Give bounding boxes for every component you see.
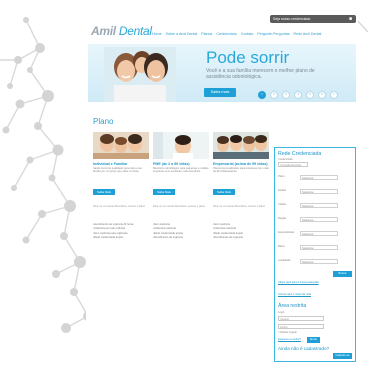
logo-brand: Amil bbox=[91, 24, 116, 38]
plan-benefits: Sem carência Cobertura nacional Rede cre… bbox=[153, 223, 211, 241]
hero-title: Pode sorrir bbox=[206, 48, 290, 67]
hero-page-dot[interactable]: 3 bbox=[282, 91, 290, 99]
nav-item-perguntas[interactable]: Pergunte-Perguntas bbox=[257, 32, 289, 38]
filter-select[interactable]: Selecione bbox=[300, 217, 338, 222]
cadastro-heading: Ainda não é cadastrado? bbox=[278, 346, 330, 351]
filter-select[interactable]: Selecione bbox=[300, 245, 338, 250]
main-page: Seja nosso credenciado ■ Amil Dental Hom… bbox=[86, 12, 358, 364]
hero-page-dot[interactable]: 1 bbox=[258, 91, 266, 99]
plans-list: Individual e Familiar Saúde bucal de qua… bbox=[93, 132, 273, 362]
usuario-input[interactable]: Usuário bbox=[278, 316, 324, 321]
filter-select[interactable]: Selecione bbox=[300, 189, 338, 194]
entrar-button[interactable]: Entrar bbox=[307, 337, 320, 343]
filter-label: Região bbox=[278, 217, 287, 220]
filter-row-plano: Plano Selecione bbox=[278, 174, 352, 182]
nav-item-sobre[interactable]: Sobre a Amil Dental bbox=[166, 32, 198, 38]
logo-product: Dental bbox=[118, 24, 152, 38]
rede-credenciada-heading: Rede Credenciada bbox=[278, 151, 322, 157]
filter-label: Bairro bbox=[278, 245, 285, 248]
filter-label: Cidade bbox=[278, 203, 287, 206]
manter-logado-label: Manter logado bbox=[280, 331, 297, 334]
plan-saiba-mais-button[interactable]: Saiba Mais bbox=[153, 189, 175, 195]
nav-item-home[interactable]: Home bbox=[152, 32, 162, 38]
filter-row-cidade: Cidade Selecione bbox=[278, 202, 352, 210]
plan-note: Para ver os nossos Benefícios, acesse o … bbox=[153, 205, 205, 208]
buscar-button[interactable]: Buscar bbox=[333, 271, 352, 277]
plan-note: Para ver os nossos Benefícios, acesse o … bbox=[93, 205, 145, 208]
logo[interactable]: Amil Dental bbox=[91, 24, 152, 38]
filter-label: Localidade bbox=[278, 259, 291, 262]
nav-item-planos[interactable]: Planos bbox=[201, 32, 212, 38]
plan-description: Planos personalizados para empresas com … bbox=[213, 167, 269, 174]
hero-page-dot[interactable]: 6 bbox=[318, 91, 326, 99]
hero-banner: Pode sorrir Você e a sua família merecem… bbox=[88, 44, 356, 102]
plan-name[interactable]: Individual e Familiar bbox=[93, 162, 149, 166]
plan-card-pme: PME (de 2 a 99 vidas) Benefício odontoló… bbox=[153, 132, 209, 282]
plan-image bbox=[93, 132, 149, 159]
main-nav: Home Sobre a Amil Dental Planos Credenci… bbox=[152, 32, 362, 38]
sidebar-panel: Rede Credenciada Credenciado Cirurgião-D… bbox=[274, 147, 356, 362]
plan-benefit-item: Atendimento de urgência bbox=[213, 236, 271, 240]
filter-select[interactable]: Selecione bbox=[300, 259, 338, 264]
filter-row-localidade: Localidade Selecione bbox=[278, 258, 352, 266]
login-label: Login bbox=[278, 311, 285, 314]
hero-page-dot[interactable]: 7 bbox=[330, 91, 338, 99]
filter-row-regiao: Região Selecione bbox=[278, 216, 352, 224]
mapa-rede-link[interactable]: Acesse aqui o mapa da rede bbox=[278, 293, 311, 296]
hero-saiba-mais-button[interactable]: Saiba mais bbox=[204, 88, 236, 97]
plan-card-empresarial: Empresarial (acima de 99 vidas) Planos p… bbox=[213, 132, 269, 282]
credenciado-select-label: Credenciado bbox=[278, 158, 293, 161]
credenciado-button[interactable]: Seja nosso credenciado ■ bbox=[270, 15, 356, 23]
plan-card-individual: Individual e Familiar Saúde bucal de qua… bbox=[93, 132, 149, 282]
plan-saiba-mais-button[interactable]: Saiba Mais bbox=[93, 189, 115, 195]
family-photo bbox=[104, 47, 176, 102]
plan-benefits: Sem carência Cobertura nacional Rede cre… bbox=[213, 223, 271, 241]
plan-description: Saúde bucal de qualidade para toda a sua… bbox=[93, 167, 142, 174]
filter-label: Plano bbox=[278, 175, 285, 178]
plan-name[interactable]: PME (de 2 a 99 vidas) bbox=[153, 162, 209, 166]
area-restrita-heading: Área restrita bbox=[278, 303, 307, 309]
plan-saiba-mais-button[interactable]: Saiba Mais bbox=[213, 189, 235, 195]
credenciado-label: Seja nosso credenciado bbox=[273, 17, 311, 21]
cadastre-se-button[interactable]: Cadastre-se bbox=[333, 353, 352, 359]
filter-label: Estado bbox=[278, 189, 287, 192]
filter-row-bairro: Bairro Selecione bbox=[278, 244, 352, 252]
plan-image bbox=[213, 132, 269, 159]
plan-description: Benefício odontológico para pequenas e m… bbox=[153, 167, 209, 174]
filter-select[interactable]: Selecione bbox=[300, 203, 338, 208]
hero-page-dot[interactable]: 4 bbox=[294, 91, 302, 99]
busca-avancada-link[interactable]: Clique aqui para a busca avançada bbox=[278, 281, 319, 284]
plan-image bbox=[153, 132, 209, 159]
nav-item-contato[interactable]: Contato bbox=[241, 32, 254, 38]
nav-item-rede[interactable]: Rede Amil Dental bbox=[294, 32, 322, 38]
hero-pagination: 1 2 3 4 5 6 7 bbox=[258, 91, 338, 99]
nav-item-credenciado[interactable]: Credenciado bbox=[216, 32, 236, 38]
user-icon: ■ bbox=[349, 16, 353, 22]
hero-page-dot[interactable]: 2 bbox=[270, 91, 278, 99]
hero-page-dot[interactable]: 5 bbox=[306, 91, 314, 99]
filter-select[interactable]: Selecione bbox=[300, 231, 338, 236]
senha-input[interactable]: Senha bbox=[278, 324, 324, 329]
plan-note: Para ver os nossos Benefícios, acesse o … bbox=[213, 205, 265, 208]
filter-select[interactable]: Selecione bbox=[300, 175, 338, 180]
plano-heading: Plano bbox=[93, 117, 114, 126]
plan-benefits: Atendimento de urgência 24 horas Cobertu… bbox=[93, 223, 151, 241]
hero-subtitle: Você e a sua família merecem o melhor pl… bbox=[206, 68, 315, 80]
manter-logado-checkbox[interactable]: □ Manter logado bbox=[278, 331, 297, 334]
plan-name[interactable]: Empresarial (acima de 99 vidas) bbox=[213, 162, 269, 166]
esqueceu-senha-link[interactable]: Esqueceu a senha? bbox=[278, 338, 301, 341]
filter-label: Especialidade bbox=[278, 231, 295, 234]
plan-benefit-item: Rede credenciada ampla bbox=[93, 236, 151, 240]
filter-row-especialidade: Especialidade Selecione bbox=[278, 230, 352, 238]
plan-benefit-item: Atendimento de urgência bbox=[153, 236, 211, 240]
credenciado-select[interactable]: Cirurgião-Dentista bbox=[278, 162, 308, 167]
filter-row-estado: Estado Selecione bbox=[278, 188, 352, 196]
